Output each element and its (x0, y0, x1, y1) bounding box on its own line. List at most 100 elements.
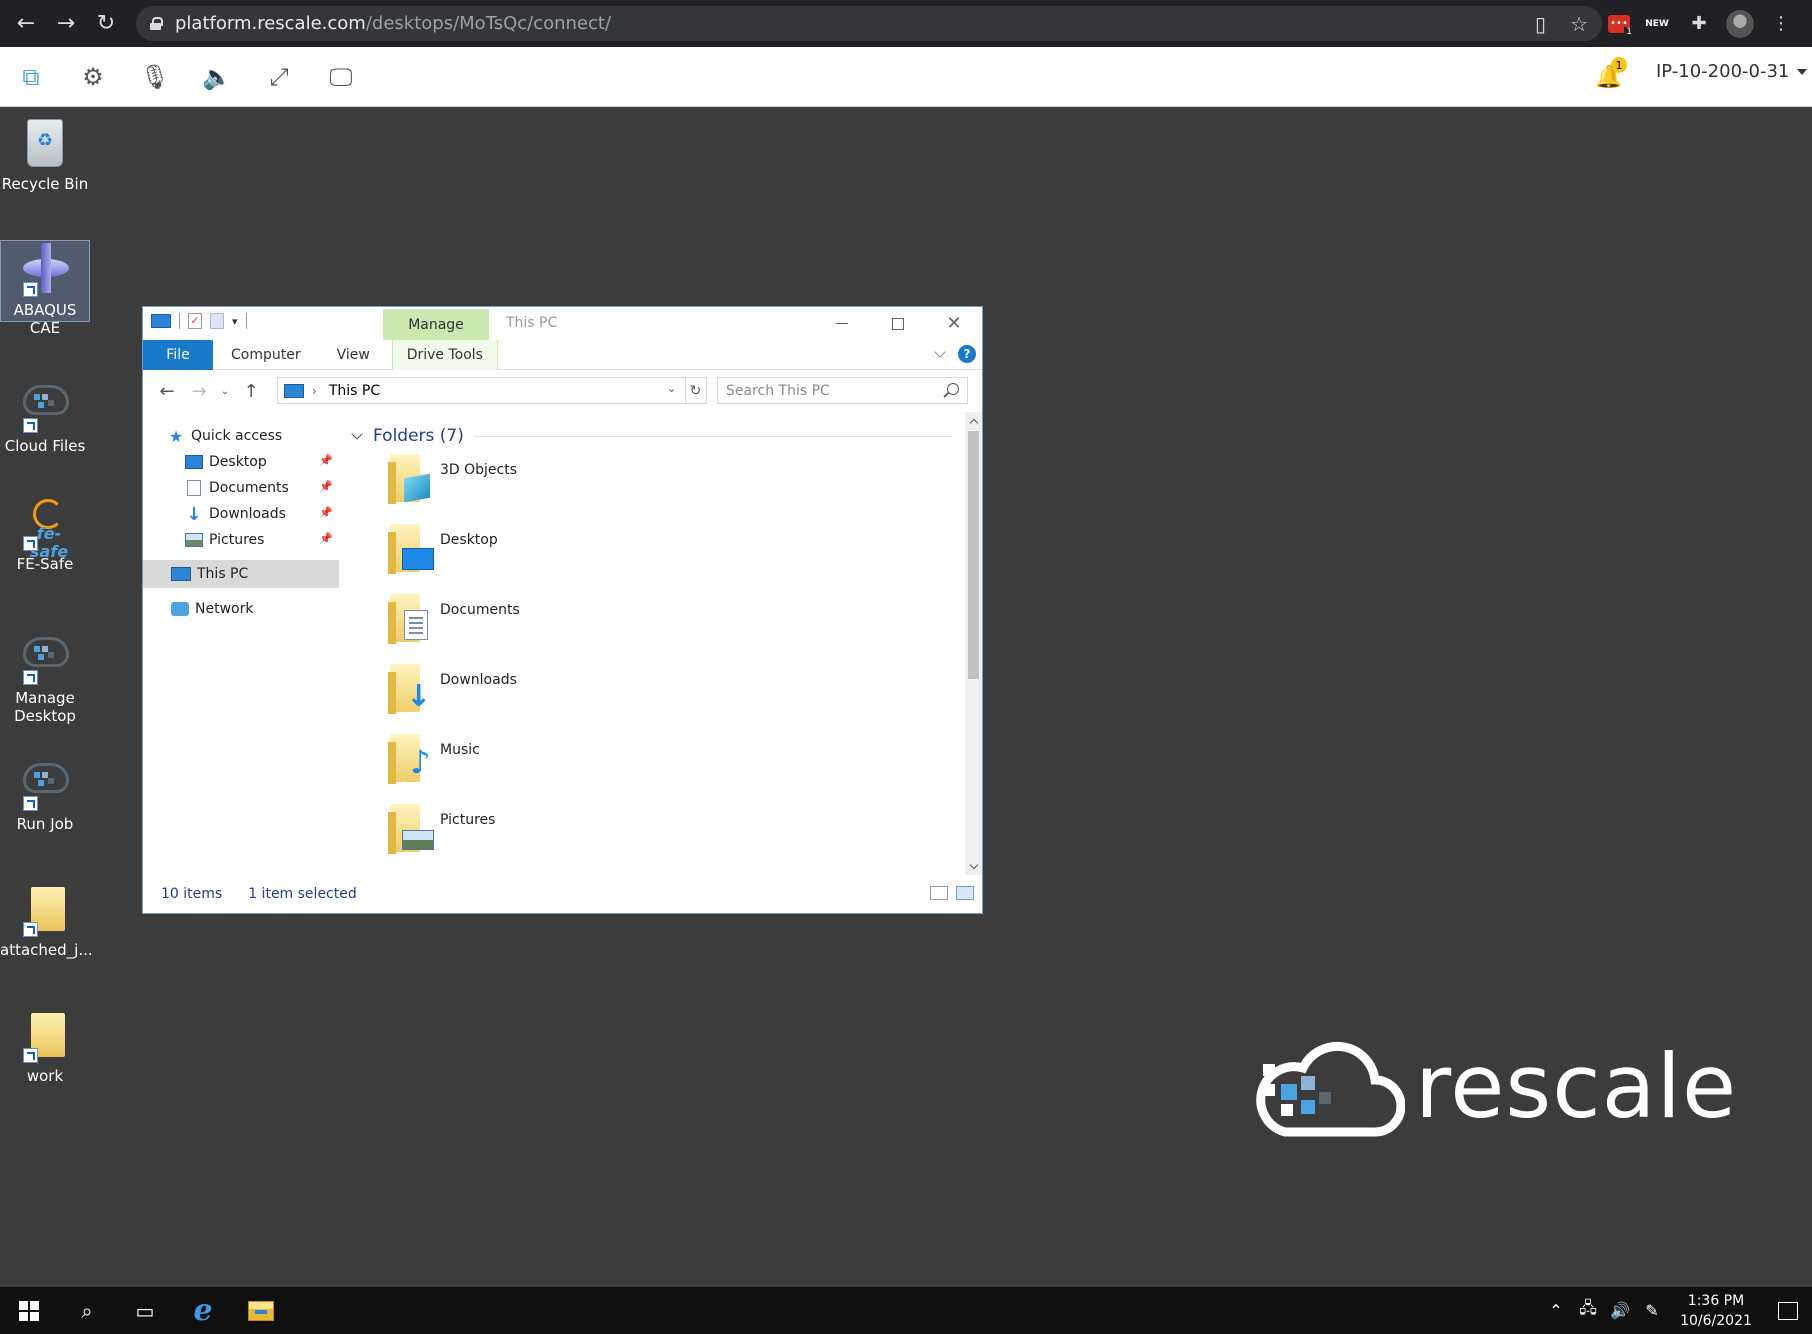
scroll-thumb[interactable] (968, 431, 979, 679)
kebab-menu-icon[interactable]: ⋮ (1766, 9, 1796, 39)
notification-count: 1 (1611, 57, 1627, 73)
up-arrow-icon[interactable]: ↑ (235, 376, 267, 406)
search-input[interactable] (726, 382, 926, 399)
forward-icon[interactable]: → (46, 4, 86, 44)
desktop-icon-recycle-bin[interactable]: Recycle Bin (0, 115, 90, 193)
windows-logo-icon (19, 1300, 39, 1321)
extension-red-icon[interactable]: ••• 1 (1608, 14, 1634, 37)
nav-pictures[interactable]: Pictures 📌 (143, 526, 339, 554)
desktop-icon-label: work (26, 1067, 64, 1085)
group-header-folders[interactable]: Folders (7) (351, 424, 953, 448)
rescale-wordmark: rescale (1415, 1035, 1738, 1138)
customize-dropdown-icon[interactable]: ▾ (232, 315, 238, 328)
desktop-icon-label: attached_j... (0, 941, 93, 959)
folder-documents[interactable]: Documents (388, 594, 808, 656)
extension-badge: 1 (1624, 26, 1634, 37)
clipboard-sync-icon[interactable]: ⧉ (0, 47, 62, 107)
network-tray-icon[interactable]: 🖧 (1572, 1287, 1604, 1334)
display-icon[interactable]: 🖵 (310, 47, 372, 107)
back-icon[interactable]: ← (6, 4, 46, 44)
desktop-icon-cloud-files[interactable]: Cloud Files (0, 377, 90, 455)
minimize-button[interactable] (814, 307, 870, 340)
microphone-muted-icon[interactable]: 🎙 (124, 47, 186, 107)
folder-downloads[interactable]: ↓ Downloads (388, 664, 808, 726)
window-title: This PC (506, 315, 558, 331)
scroll-up-button[interactable] (965, 412, 982, 429)
folder-music[interactable]: ♪ Music (388, 734, 808, 796)
pin-icon[interactable]: 📌 (319, 532, 333, 545)
help-icon[interactable]: ? (958, 345, 976, 363)
title-bar[interactable]: ✓ ▾ Manage This PC ✕ (143, 307, 982, 340)
divider (245, 313, 247, 329)
pin-icon[interactable]: 📌 (319, 480, 333, 493)
desktop-icon-fe-safe[interactable]: fe-safe FE-Safe (0, 495, 90, 573)
address-dropdown-icon[interactable]: ⌄ (667, 382, 681, 398)
host-dropdown[interactable]: IP-10-200-0-31 (1656, 61, 1808, 82)
breadcrumb[interactable]: This PC (329, 383, 380, 399)
desktop-icon-work[interactable]: work (0, 1007, 90, 1085)
back-arrow-icon[interactable]: ← (151, 376, 183, 406)
pin-icon[interactable]: 📌 (319, 506, 333, 519)
close-button[interactable]: ✕ (926, 307, 982, 340)
vertical-scrollbar[interactable] (965, 412, 982, 875)
file-explorer-taskbar-icon[interactable] (232, 1287, 290, 1334)
recent-locations-icon[interactable]: ⌄ (215, 376, 235, 406)
bookmark-star-icon[interactable]: ☆ (1570, 12, 1588, 36)
expand-ribbon-icon[interactable] (934, 346, 946, 358)
details-view-icon[interactable] (930, 886, 948, 900)
internet-explorer-icon[interactable]: e (174, 1287, 232, 1334)
start-button[interactable] (0, 1287, 58, 1334)
refresh-icon[interactable]: ↻ (685, 377, 707, 404)
profile-avatar[interactable] (1726, 9, 1754, 38)
task-view-icon[interactable]: ▭ (116, 1287, 174, 1334)
nav-desktop[interactable]: Desktop 📌 (143, 448, 339, 476)
folder-desktop[interactable]: Desktop (388, 524, 808, 586)
folder-pictures[interactable]: Pictures (388, 804, 808, 866)
address-box[interactable]: › This PC ⌄ (277, 377, 686, 404)
tab-view[interactable]: View (319, 340, 388, 370)
desktop-icon-manage-desktop[interactable]: Manage Desktop (0, 629, 90, 725)
desktop-icon-abaqus[interactable]: ABAQUS CAE (0, 240, 90, 337)
nav-documents[interactable]: Documents 📌 (143, 474, 339, 502)
clock[interactable]: 1:36 PM 10/6/2021 (1668, 1291, 1764, 1331)
extension-new-icon[interactable]: NEW (1642, 9, 1672, 39)
folder-3d-objects[interactable]: 3D Objects (388, 454, 808, 516)
tab-file[interactable]: File (143, 339, 213, 370)
fullscreen-icon[interactable]: ⤢ (248, 47, 310, 107)
show-hidden-icons-icon[interactable]: ⌃ (1540, 1287, 1572, 1334)
content-pane: Folders (7) 3D Objects Desktop Documents… (343, 412, 965, 875)
nav-this-pc[interactable]: This PC (143, 560, 339, 588)
maximize-button[interactable] (870, 307, 926, 340)
scroll-down-button[interactable] (965, 858, 982, 875)
nav-downloads[interactable]: ↓ Downloads 📌 (143, 500, 339, 528)
speaker-icon[interactable]: 🔈 (186, 47, 248, 107)
search-box[interactable] (717, 377, 968, 404)
properties-icon[interactable]: ✓ (188, 313, 202, 329)
nav-quick-access[interactable]: ★ Quick access (143, 422, 339, 450)
volume-icon[interactable]: 🔊 (1604, 1287, 1636, 1334)
reload-icon[interactable]: ↻ (86, 4, 126, 44)
desktop-icon-attached-jobs[interactable]: attached_j... (0, 881, 93, 959)
desktop-icon-label: ABAQUS CAE (13, 301, 77, 337)
large-icons-view-icon[interactable] (956, 886, 974, 900)
shortcut-arrow-icon (23, 670, 38, 685)
tab-drive-tools[interactable]: Drive Tools (391, 339, 498, 370)
clipboard-icon[interactable]: ▯ (1535, 12, 1546, 36)
action-center-button[interactable] (1764, 1287, 1812, 1334)
desktop-icon-run-job[interactable]: Run Job (0, 755, 90, 833)
forward-arrow-icon[interactable]: → (183, 376, 215, 406)
maximize-icon (892, 317, 904, 330)
address-bar[interactable]: platform.rescale.com/desktops/MoTsQc/con… (136, 6, 1602, 41)
settings-gear-icon[interactable]: ⚙ (62, 47, 124, 107)
nav-network[interactable]: Network (143, 595, 339, 623)
pin-icon[interactable]: 📌 (319, 454, 333, 467)
search-icon[interactable]: ⌕ (58, 1287, 116, 1334)
tab-computer[interactable]: Computer (213, 340, 319, 370)
bell-icon[interactable]: 🔔 1 (1593, 57, 1627, 97)
recycle-bin-icon (27, 119, 63, 167)
new-folder-icon[interactable] (210, 313, 224, 329)
search-icon[interactable] (947, 383, 959, 395)
puzzle-extensions-icon[interactable]: ✚ (1684, 9, 1714, 39)
nav-label: Desktop (209, 454, 267, 470)
pen-icon[interactable]: ✎ (1636, 1287, 1668, 1334)
